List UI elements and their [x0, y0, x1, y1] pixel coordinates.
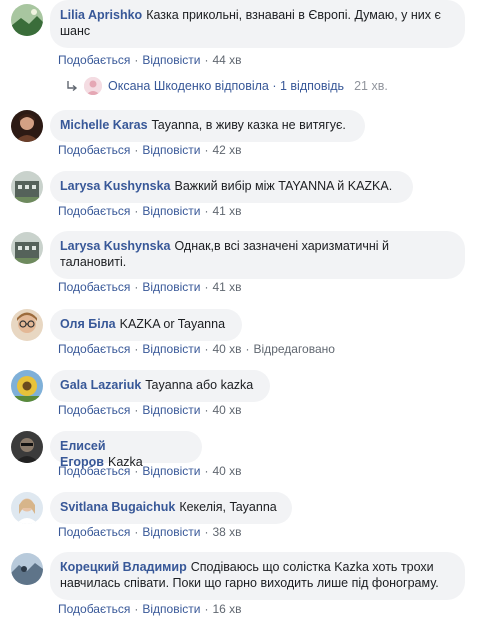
comment-time[interactable]: 40 хв: [212, 464, 241, 478]
comment-author[interactable]: Svitlana Bugaichuk: [60, 500, 175, 514]
avatar[interactable]: [11, 370, 43, 402]
reply-button[interactable]: Відповісти: [142, 143, 200, 157]
comment-author[interactable]: Larysa Kushynska: [60, 179, 170, 193]
user-avatar-building-icon: [11, 171, 43, 203]
comment-time[interactable]: 41 хв: [212, 204, 241, 218]
comment-bubble: Оля Біла KAZKA or Tayanna: [50, 309, 242, 341]
avatar[interactable]: [11, 553, 43, 585]
edited-label[interactable]: Відредаговано: [254, 342, 335, 356]
avatar[interactable]: [11, 431, 43, 463]
comment-actions: Подобається · Відповісти · 41 хв: [58, 204, 242, 218]
user-avatar-landscape-icon: [11, 553, 43, 585]
comment-bubble: Larysa Kushynska Однак,в всі зазначені ха…: [50, 231, 465, 279]
reply-summary-text[interactable]: Оксана Шкоденко відповіла · 1 відповідь: [108, 79, 344, 93]
comment-time[interactable]: 16 хв: [212, 602, 241, 616]
comment-bubble: Корецкий Владимир Сподіваюсь що солістка …: [50, 552, 465, 600]
like-button[interactable]: Подобається: [58, 342, 130, 356]
user-avatar-photo-icon: [11, 431, 43, 463]
comment-actions: Подобається · Відповісти · 42 хв: [58, 143, 242, 157]
user-avatar-building-icon: [11, 232, 43, 264]
reply-button[interactable]: Відповісти: [142, 464, 200, 478]
like-button[interactable]: Подобається: [58, 53, 130, 67]
like-button[interactable]: Подобається: [58, 525, 130, 539]
avatar[interactable]: [11, 309, 43, 341]
comment-bubble: Gala Lazariuk Tayanna або kazka: [50, 370, 270, 402]
comment-time[interactable]: 38 хв: [212, 525, 241, 539]
avatar[interactable]: [11, 171, 43, 203]
comment-bubble: Svitlana Bugaichuk Кекелія, Tayanna: [50, 492, 292, 524]
reply-summary-time: 21 хв.: [354, 79, 388, 93]
comment-text: Tayanna або kazka: [145, 378, 254, 392]
comment-actions: Подобається · Відповісти · 44 хв: [58, 53, 242, 67]
comment-author[interactable]: Michelle Karas: [60, 118, 148, 132]
reply-button[interactable]: Відповісти: [142, 53, 200, 67]
user-avatar-glasses-icon: [11, 309, 43, 341]
reply-button[interactable]: Відповісти: [142, 342, 200, 356]
reply-arrow-icon: [67, 81, 78, 92]
avatar[interactable]: [84, 77, 102, 95]
comment-bubble: Елисей Егоров Kazka: [50, 431, 202, 469]
like-button[interactable]: Подобається: [58, 602, 130, 616]
user-avatar-portrait-icon: [84, 77, 102, 95]
like-button[interactable]: Подобається: [58, 143, 130, 157]
reply-button[interactable]: Відповісти: [142, 602, 200, 616]
reply-summary[interactable]: Оксана Шкоденко відповіла · 1 відповідь …: [66, 77, 388, 95]
comment-author[interactable]: Larysa Kushynska: [60, 239, 170, 253]
reply-button[interactable]: Відповісти: [142, 525, 200, 539]
like-button[interactable]: Подобається: [58, 204, 130, 218]
user-avatar-portrait-icon: [11, 492, 43, 524]
comment-text: Кекелія, Tayanna: [179, 500, 277, 514]
reply-button[interactable]: Відповісти: [142, 280, 200, 294]
avatar[interactable]: [11, 492, 43, 524]
avatar[interactable]: [11, 110, 43, 142]
comment-actions: Подобається · Відповісти · 40 хв · Відредагова…: [58, 342, 335, 356]
user-avatar-sunflower-icon: [11, 370, 43, 402]
comment-actions: Подобається · Відповісти · 41 хв: [58, 280, 242, 294]
avatar[interactable]: [11, 232, 43, 264]
avatar[interactable]: [11, 4, 43, 36]
comment-author[interactable]: Gala Lazariuk: [60, 378, 141, 392]
comment-actions: Подобається · Відповісти · 16 хв: [58, 602, 242, 616]
comment-time[interactable]: 40 хв: [212, 342, 241, 356]
comment-bubble: Lilia Aprishko Казка прикольні, взнавані …: [50, 0, 465, 48]
comment-time[interactable]: 44 хв: [212, 53, 241, 67]
reply-button[interactable]: Відповісти: [142, 204, 200, 218]
comment-time[interactable]: 41 хв: [212, 280, 241, 294]
user-avatar-photo-icon: [11, 110, 43, 142]
comment-author[interactable]: Корецкий Владимир: [60, 560, 187, 574]
like-button[interactable]: Подобається: [58, 464, 130, 478]
comment-author[interactable]: Lilia Aprishko: [60, 8, 142, 22]
comment-text: Tayanna, в живу казка не витягує.: [151, 118, 346, 132]
comment-time[interactable]: 40 хв: [212, 403, 241, 417]
comment-actions: Подобається · Відповісти · 40 хв: [58, 403, 242, 417]
user-avatar-landscape-icon: [11, 4, 43, 36]
like-button[interactable]: Подобається: [58, 403, 130, 417]
comment-bubble: Larysa Kushynska Важкий вибір між TAYANNA…: [50, 171, 413, 203]
reply-button[interactable]: Відповісти: [142, 403, 200, 417]
like-button[interactable]: Подобається: [58, 280, 130, 294]
comment-bubble: Michelle Karas Tayanna, в живу казка не в…: [50, 110, 365, 142]
comment-author[interactable]: Оля Біла: [60, 317, 116, 331]
comments-list: Lilia Aprishko Казка прикольні, взнавані …: [0, 0, 495, 624]
comment-time[interactable]: 42 хв: [212, 143, 241, 157]
comment-text: Важкий вибір між TAYANNA й KAZKA.: [174, 179, 393, 193]
comment-actions: Подобається · Відповісти · 40 хв: [58, 464, 242, 478]
comment-text: KAZKA or Tayanna: [119, 317, 226, 331]
comment-actions: Подобається · Відповісти · 38 хв: [58, 525, 242, 539]
